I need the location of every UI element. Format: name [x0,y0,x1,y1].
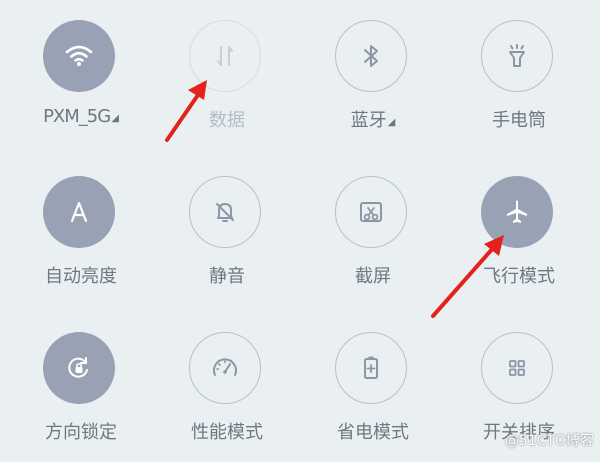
screenshot-label: 截屏 [355,266,391,287]
tile-data[interactable]: 数据 [167,0,287,150]
performance-mode-toggle[interactable] [189,332,261,404]
tile-screenshot[interactable]: 截屏 [313,156,433,306]
flashlight-icon [509,44,525,67]
tile-bluetooth[interactable]: 蓝牙◢ [313,0,433,150]
airplane-mode-toggle[interactable] [481,176,553,248]
watermark: @51CTO博客 [504,433,594,449]
performance-mode-label: 性能模式 [191,422,263,443]
mute-toggle[interactable] [189,176,261,248]
battery-saver-toggle[interactable] [335,332,407,404]
auto-brightness-toggle[interactable] [43,176,115,248]
tile-wifi[interactable]: PXM_5G◢ [21,0,141,150]
battery-saver-label: 省电模式 [337,422,409,443]
tile-flashlight[interactable]: 手电筒 [459,0,579,150]
bluetooth-label: 蓝牙◢ [350,110,396,131]
screenshot-toggle[interactable] [335,176,407,248]
bell-mute-icon [216,203,234,222]
brightness-auto-icon [70,201,88,223]
battery-saver-icon [364,356,378,379]
wifi-toggle[interactable] [43,20,115,92]
flashlight-label: 手电筒 [492,110,546,131]
tile-rotation-lock[interactable]: 方向锁定 [21,312,141,462]
screenshot-icon [360,202,382,222]
grid-sort-icon [509,360,525,376]
flashlight-toggle[interactable] [481,20,553,92]
mute-label: 静音 [209,266,245,287]
expand-marker-icon: ◢ [111,113,119,124]
tile-airplane-mode[interactable]: 飞行模式 [459,156,579,306]
airplane-icon [507,200,527,223]
tile-auto-brightness[interactable]: 自动亮度 [21,156,141,306]
rotation-lock-label: 方向锁定 [45,422,117,443]
bluetooth-icon [364,45,378,67]
bluetooth-toggle[interactable] [335,20,407,92]
rotation-lock-icon [68,357,88,378]
airplane-mode-label: 飞行模式 [483,266,555,287]
tile-battery-saver[interactable]: 省电模式 [313,312,433,462]
tile-mute[interactable]: 静音 [167,156,287,306]
rotation-lock-toggle[interactable] [43,332,115,404]
tile-performance-mode[interactable]: 性能模式 [167,312,287,462]
auto-brightness-label: 自动亮度 [45,266,117,287]
data-label: 数据 [209,110,245,131]
data-toggle[interactable] [189,20,261,92]
toggle-sort-toggle[interactable] [481,332,553,404]
expand-marker-icon: ◢ [387,117,396,128]
wifi-label: PXM_5G◢ [43,106,119,127]
wifi-icon [65,45,93,66]
data-transfer-icon [217,46,233,66]
speedometer-icon [213,358,237,376]
